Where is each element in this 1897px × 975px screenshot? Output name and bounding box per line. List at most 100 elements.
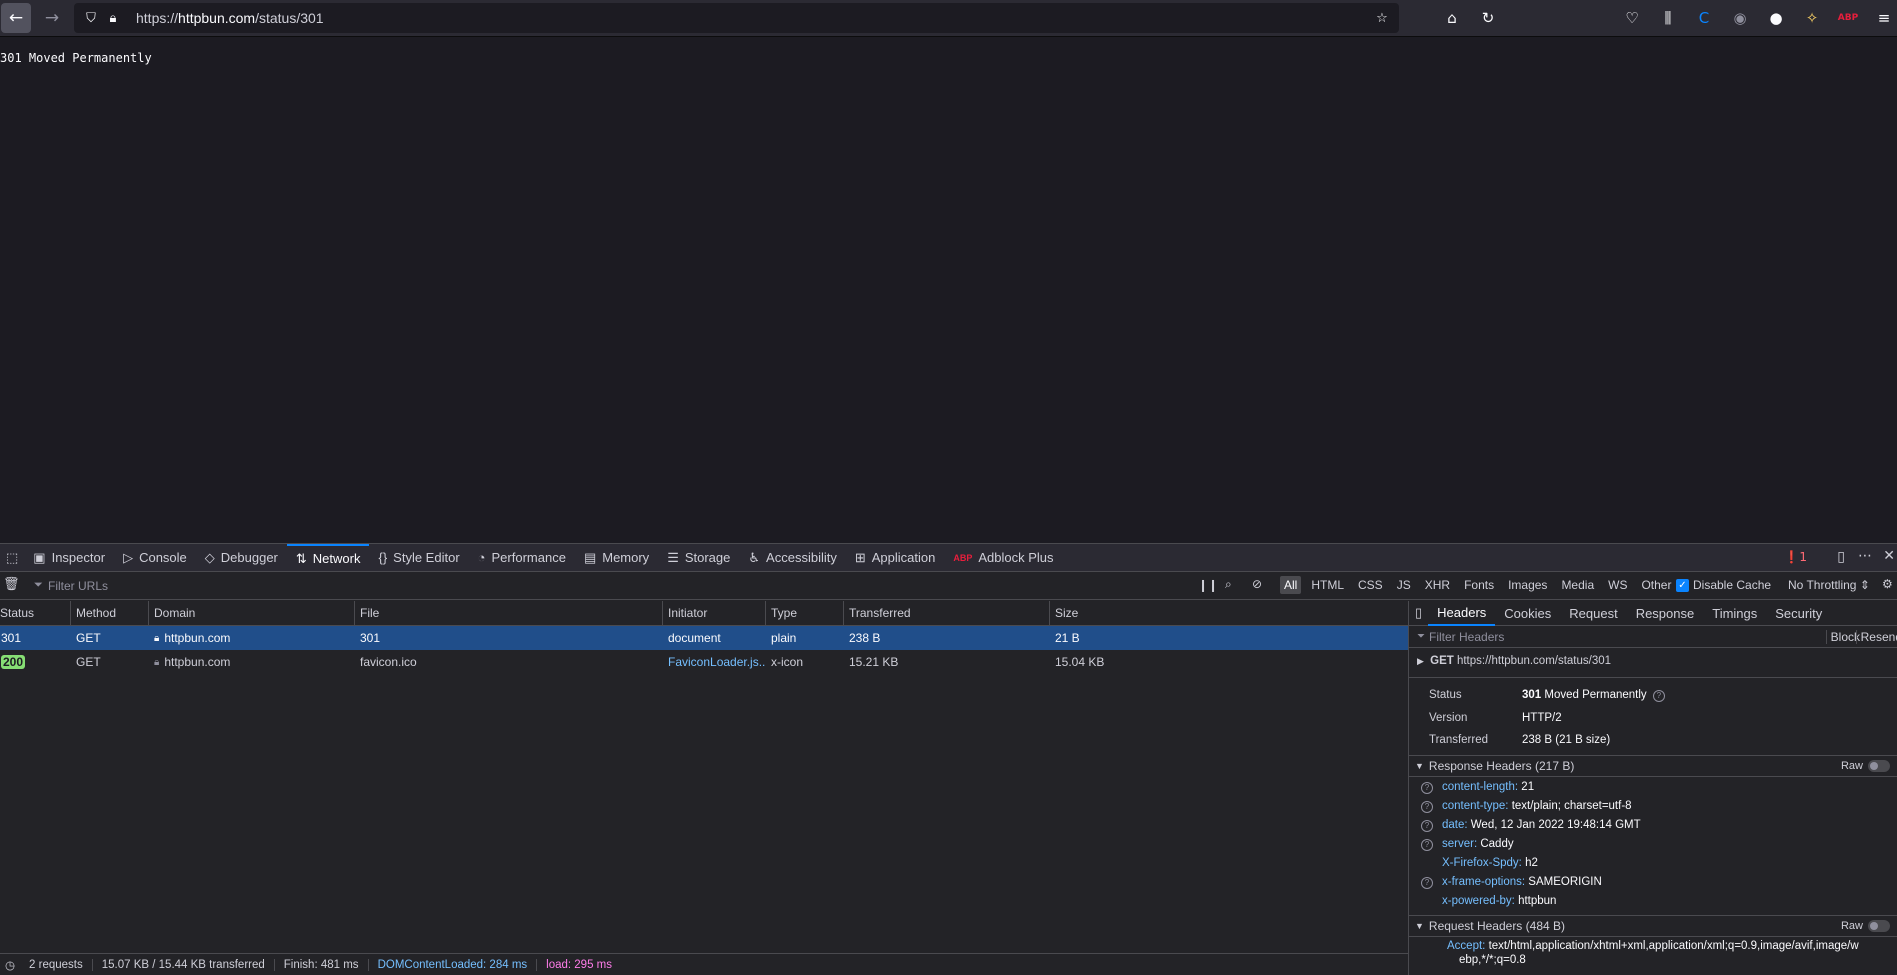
tab-response[interactable]: Response: [1627, 606, 1704, 621]
tab-performance[interactable]: ◔ Performance: [469, 544, 575, 572]
shield-icon[interactable]: ⛉: [80, 7, 102, 29]
raw-toggle[interactable]: Raw: [1841, 920, 1890, 933]
col-status[interactable]: Status: [0, 601, 70, 625]
error-count-badge[interactable]: ❗1: [1784, 550, 1807, 564]
filter-all[interactable]: All: [1280, 576, 1302, 594]
block-icon[interactable]: ⊘: [1252, 577, 1262, 591]
tab-style-editor[interactable]: {} Style Editor: [369, 544, 468, 572]
help-icon[interactable]: ?: [1652, 689, 1665, 702]
tab-memory[interactable]: ▤ Memory: [575, 544, 658, 572]
row-method: GET: [76, 655, 101, 669]
pause-icon[interactable]: ❙❙: [1198, 578, 1218, 592]
bookmark-star-icon[interactable]: ☆: [1371, 7, 1393, 29]
col-method[interactable]: Method: [70, 601, 148, 625]
url-bar[interactable]: ⛉ 🔒︎ https://httpbun.com/status/301 ☆: [74, 3, 1399, 33]
tab-console[interactable]: ▷ Console: [114, 544, 196, 572]
forward-button[interactable]: →: [37, 3, 67, 33]
header-key: content-type:: [1442, 800, 1509, 812]
table-row[interactable]: 200 GET 🔒︎ httpbun.com favicon.ico Favico…: [0, 650, 1408, 674]
settings-gear-icon[interactable]: ⚙: [1882, 577, 1893, 591]
filter-html[interactable]: HTML: [1307, 576, 1348, 594]
col-size[interactable]: Size: [1049, 601, 1408, 625]
network-status-bar: ◷ 2 requests 15.07 KB / 15.44 KB transfe…: [0, 953, 1408, 975]
resend-button[interactable]: Resend: [1855, 629, 1897, 644]
filter-css[interactable]: CSS: [1354, 576, 1387, 594]
debugger-icon: ◇: [204, 549, 215, 565]
tab-adblock-plus[interactable]: ABP Adblock Plus: [944, 544, 1062, 572]
reload-icon[interactable]: ↻: [1476, 6, 1500, 30]
filter-media[interactable]: Media: [1557, 576, 1598, 594]
help-icon[interactable]: ?: [1421, 781, 1433, 794]
filter-icon: ⏷: [34, 578, 43, 591]
divider: [1409, 677, 1897, 678]
extension-gray-icon[interactable]: ◉: [1728, 6, 1752, 30]
picker-icon: ⬚: [6, 549, 19, 565]
lock-icon[interactable]: 🔒︎: [102, 7, 124, 29]
throttling-select[interactable]: No Throttling ⇕: [1788, 578, 1870, 592]
tab-network[interactable]: ⇅ Network: [286, 543, 370, 572]
tab-security[interactable]: Security: [1766, 606, 1831, 621]
header-key: date:: [1442, 819, 1468, 831]
row-status: 200: [0, 650, 70, 674]
library-icon[interactable]: ⫼: [1656, 6, 1680, 30]
filter-other[interactable]: Other: [1637, 576, 1675, 594]
extension-white-icon[interactable]: ●: [1764, 6, 1788, 30]
disable-cache-checkbox[interactable]: ✓ Disable Cache: [1676, 578, 1771, 592]
col-file[interactable]: File: [354, 601, 662, 625]
help-icon[interactable]: ?: [1421, 800, 1433, 813]
pocket-icon[interactable]: ♡: [1620, 6, 1644, 30]
tab-timings[interactable]: Timings: [1703, 606, 1766, 621]
request-headers-section[interactable]: ▼ Request Headers (484 B) Raw: [1409, 915, 1897, 937]
raw-toggle-switch: [1868, 760, 1890, 773]
extension-c-icon[interactable]: C: [1692, 6, 1716, 30]
adblock-plus-icon[interactable]: ABP: [1836, 6, 1860, 30]
filter-images[interactable]: Images: [1504, 576, 1551, 594]
col-initiator[interactable]: Initiator: [662, 601, 765, 625]
help-icon[interactable]: ?: [1421, 819, 1433, 832]
dock-icon[interactable]: ▯: [1837, 549, 1845, 565]
col-type[interactable]: Type: [765, 601, 843, 625]
tab-request[interactable]: Request: [1560, 606, 1626, 621]
back-button[interactable]: ←: [1, 3, 31, 33]
more-options-icon[interactable]: ⋯: [1858, 548, 1872, 564]
tab-storage[interactable]: ☰ Storage: [658, 544, 739, 572]
help-icon[interactable]: ?: [1421, 876, 1433, 889]
devtools-panel: ⬚ ▣ Inspector ▷ Console ◇ Debugger ⇅ Network…: [0, 543, 1897, 975]
tab-application[interactable]: ⊞ Application: [846, 544, 945, 572]
tab-accessibility[interactable]: ♿︎ Accessibility: [739, 544, 845, 572]
search-icon[interactable]: ⌕: [1225, 577, 1232, 592]
col-transferred[interactable]: Transferred: [843, 601, 1049, 625]
header-value: httpbun: [1518, 895, 1557, 907]
header-key: x-frame-options:: [1442, 876, 1526, 888]
trash-icon[interactable]: 🗑︎: [3, 577, 20, 592]
toggle-sidebar-icon[interactable]: ▯: [1409, 605, 1428, 621]
response-headers-section[interactable]: ▼ Response Headers (217 B) Raw: [1409, 755, 1897, 777]
raw-toggle[interactable]: Raw: [1841, 760, 1890, 773]
url-text[interactable]: https://httpbun.com/status/301: [136, 10, 324, 26]
filter-urls-input[interactable]: Filter URLs: [48, 579, 108, 593]
filter-js[interactable]: JS: [1393, 576, 1415, 594]
extension-badge-icon[interactable]: ✧: [1800, 6, 1824, 30]
request-summary[interactable]: ▶ GET https://httpbun.com/status/301: [1417, 655, 1897, 667]
filter-headers-input[interactable]: Filter Headers: [1429, 630, 1504, 644]
close-devtools-icon[interactable]: ✕: [1883, 548, 1895, 564]
filter-xhr[interactable]: XHR: [1421, 576, 1454, 594]
help-icon[interactable]: ?: [1421, 838, 1433, 851]
tab-cookies[interactable]: Cookies: [1495, 606, 1560, 621]
home-icon[interactable]: ⌂: [1440, 6, 1464, 30]
row-initiator[interactable]: FaviconLoader.js...: [662, 650, 765, 674]
table-row[interactable]: 301 GET 🔒︎ httpbun.com 301 document plain…: [0, 626, 1408, 650]
tab-inspector[interactable]: ▣ Inspector: [24, 544, 114, 572]
filter-ws[interactable]: WS: [1604, 576, 1631, 594]
page-body-text: 301 Moved Permanently: [0, 51, 152, 65]
menu-icon[interactable]: ≡: [1872, 6, 1896, 30]
tab-debugger[interactable]: ◇ Debugger: [196, 544, 287, 572]
element-picker-button[interactable]: ⬚: [0, 544, 24, 572]
col-domain[interactable]: Domain: [148, 601, 354, 625]
expand-triangle-icon: ▼: [1415, 921, 1424, 931]
filter-fonts[interactable]: Fonts: [1460, 576, 1498, 594]
storage-icon: ☰: [667, 549, 679, 565]
header-key: server:: [1442, 838, 1478, 850]
tab-headers[interactable]: Headers: [1428, 601, 1496, 626]
timer-icon: ◷: [5, 959, 16, 972]
